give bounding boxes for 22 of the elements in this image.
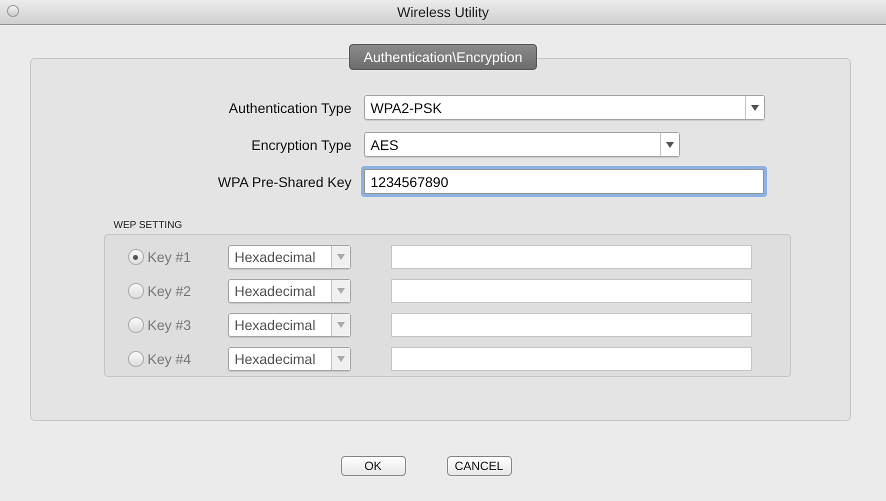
- dropdown[interactable]: AES: [364, 132, 680, 157]
- caret-icon: [750, 104, 758, 110]
- caret-icon: [336, 254, 344, 260]
- key-label: Key #4: [148, 351, 192, 367]
- window-title: Wireless Utility: [397, 4, 489, 20]
- key-label: Key #1: [148, 249, 192, 265]
- key-label: Key #3: [148, 317, 192, 333]
- caret-icon: [666, 142, 674, 148]
- wep-setting-title: WEP SETTING: [114, 220, 182, 231]
- dialog-button[interactable]: CANCEL: [446, 456, 512, 476]
- section-tab[interactable]: Authentication\Encryption: [348, 44, 538, 70]
- dropdown[interactable]: WPA2-PSK: [364, 95, 764, 120]
- field-label: WPA Pre-Shared Key: [216, 174, 352, 190]
- dialog-button[interactable]: OK: [340, 456, 406, 476]
- caret-icon: [336, 356, 344, 362]
- key-input-field[interactable]: 1234567890: [364, 169, 764, 194]
- field-label: Authentication Type: [228, 100, 352, 116]
- field-label: Encryption Type: [250, 136, 352, 152]
- key-label: Key #2: [148, 283, 192, 299]
- close-button[interactable]: [7, 5, 19, 17]
- caret-icon: [336, 288, 344, 294]
- caret-icon: [336, 322, 344, 328]
